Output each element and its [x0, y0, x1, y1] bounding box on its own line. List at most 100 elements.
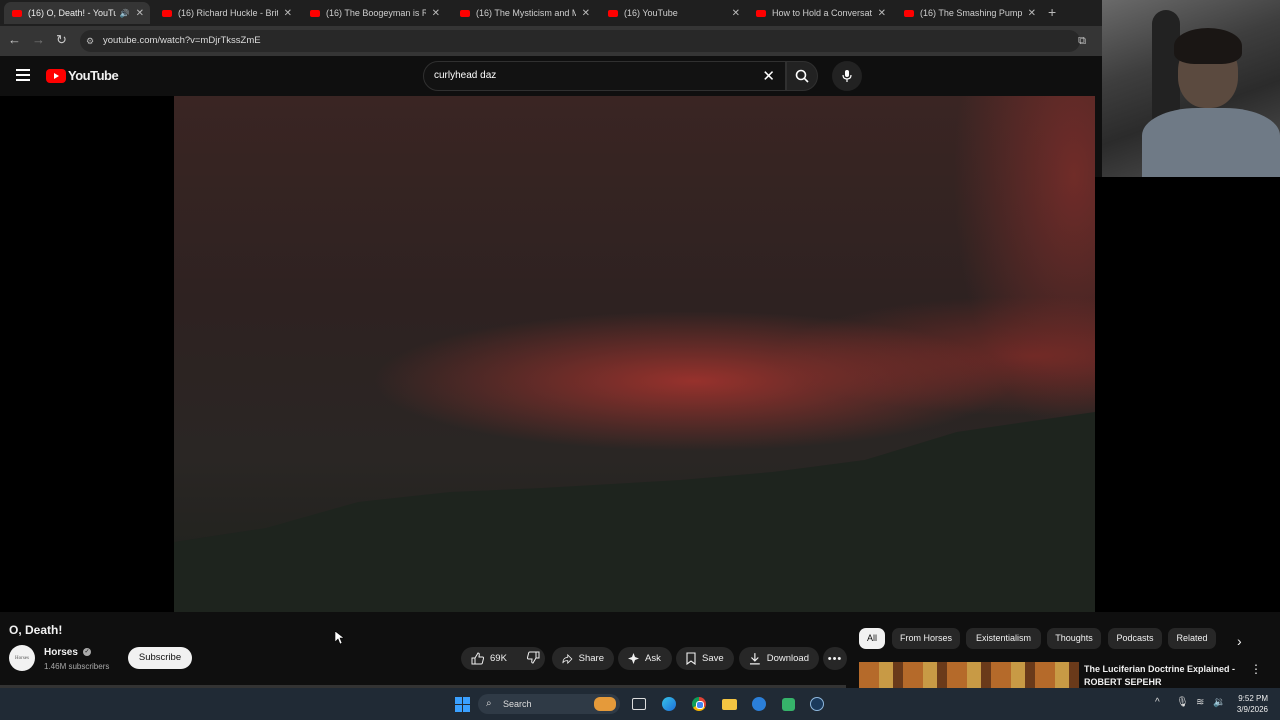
microphone-icon — [842, 70, 852, 82]
search-query: curlyhead daz — [434, 70, 497, 81]
youtube-logo[interactable]: YouTube — [46, 68, 119, 83]
app-icon-blue[interactable] — [750, 695, 768, 713]
player-letterbox-left — [0, 96, 174, 612]
chip-all[interactable]: All — [859, 628, 885, 649]
close-tab-icon[interactable]: ✕ — [1028, 8, 1036, 19]
channel-avatar[interactable]: Horses — [9, 645, 35, 671]
close-tab-icon[interactable]: ✕ — [878, 8, 886, 19]
browser-tab-4[interactable]: (16) The Mysticism and Mag ✕ — [452, 2, 596, 24]
person-hair — [1174, 28, 1242, 64]
search-input[interactable]: curlyhead daz ✕ — [423, 61, 786, 91]
recommended-title[interactable]: The Luciferian Doctrine Explained - ROBE… — [1084, 663, 1244, 689]
youtube-favicon-icon — [904, 9, 914, 17]
clock-date: 3/9/2026 — [1236, 705, 1268, 714]
menu-icon[interactable] — [16, 69, 30, 84]
site-settings-icon[interactable]: ⚙ — [86, 30, 94, 52]
speaker-icon[interactable]: 🔊 — [120, 9, 130, 18]
taskbar-clock[interactable]: 9:52 PM 3/9/2026 — [1232, 693, 1268, 715]
like-dislike-group: 69K — [461, 647, 545, 670]
youtube-favicon-icon — [608, 9, 618, 17]
share-button[interactable]: Share — [552, 647, 614, 670]
cat-widget-icon — [594, 697, 616, 711]
new-tab-icon[interactable]: + — [1048, 4, 1056, 20]
task-view-icon[interactable] — [630, 695, 648, 713]
chip-thoughts[interactable]: Thoughts — [1047, 628, 1101, 649]
download-button[interactable]: Download — [739, 647, 819, 670]
chip-related[interactable]: Related — [1168, 628, 1216, 649]
tab-title: (16) Richard Huckle - Britain — [178, 8, 278, 18]
ask-button[interactable]: Ask — [618, 647, 672, 670]
browser-tab-3[interactable]: (16) The Boogeyman is Real ✕ — [302, 2, 446, 24]
verified-icon: ✓ — [83, 648, 91, 656]
clock-time: 9:52 PM — [1238, 694, 1268, 703]
browser-toolbar: ← → ↻ ⚙ youtube.com/watch?v=mDjrTkssZmE … — [0, 26, 1102, 56]
close-tab-icon[interactable]: ✕ — [732, 8, 740, 19]
save-button[interactable]: Save — [676, 647, 734, 670]
tab-title: How to Hold a Conversation — [772, 8, 872, 18]
taskbar-search[interactable]: ⌕ Search — [478, 694, 620, 714]
share-icon — [562, 653, 573, 664]
steam-icon[interactable] — [808, 695, 826, 713]
search-icon — [795, 69, 809, 83]
back-icon[interactable]: ← — [8, 32, 21, 47]
search-icon: ⌕ — [486, 698, 492, 709]
like-button[interactable]: 69K — [471, 652, 507, 665]
windows-taskbar: ⌕ Search ^ 🎙 ≋ 🔉 9:52 PM 3/9/2026 — [0, 688, 1280, 720]
forward-icon[interactable]: → — [32, 32, 45, 47]
chrome-icon[interactable] — [690, 695, 708, 713]
microphone-tray-icon[interactable]: 🎙 — [1176, 697, 1189, 708]
recommended-thumbnail[interactable] — [859, 662, 1079, 688]
player-letterbox-right — [1095, 177, 1280, 612]
browser-tab-1[interactable]: (16) O, Death! - YouTube 🔊 ✕ — [4, 2, 150, 24]
youtube-favicon-icon — [756, 9, 766, 17]
save-label: Save — [702, 653, 724, 664]
subscriber-count: 1.46M subscribers — [44, 662, 110, 671]
file-explorer-icon[interactable] — [720, 695, 738, 713]
close-tab-icon[interactable]: ✕ — [432, 8, 440, 19]
youtube-favicon-icon — [162, 9, 172, 17]
browser-tab-strip: (16) O, Death! - YouTube 🔊 ✕ (16) Richar… — [0, 0, 1102, 26]
chip-existentialism[interactable]: Existentialism — [966, 628, 1041, 649]
like-count: 69K — [490, 653, 507, 664]
clear-search-icon[interactable]: ✕ — [762, 67, 775, 85]
video-frame-hill — [174, 412, 1095, 612]
share-label: Share — [578, 653, 604, 664]
browser-tab-2[interactable]: (16) Richard Huckle - Britain ✕ — [154, 2, 298, 24]
edge-icon[interactable] — [660, 695, 678, 713]
subscribe-button[interactable]: Subscribe — [128, 647, 192, 669]
close-tab-icon[interactable]: ✕ — [284, 8, 292, 19]
chevron-right-icon[interactable]: › — [1237, 633, 1242, 649]
reload-icon[interactable]: ↻ — [56, 32, 67, 48]
channel-name[interactable]: Horses — [44, 647, 78, 658]
youtube-favicon-icon — [12, 9, 22, 17]
wifi-icon[interactable]: ≋ — [1196, 697, 1204, 708]
close-tab-icon[interactable]: ✕ — [582, 8, 590, 19]
more-actions-button[interactable]: ••• — [823, 647, 847, 670]
dislike-button[interactable] — [526, 651, 540, 667]
youtube-favicon-icon — [310, 9, 320, 17]
install-app-icon[interactable]: ⧉ — [1078, 30, 1086, 52]
person-body — [1142, 108, 1280, 177]
chip-from-horses[interactable]: From Horses — [892, 628, 960, 649]
tray-overflow-icon[interactable]: ^ — [1155, 697, 1160, 708]
sparkle-icon — [628, 653, 639, 664]
mouse-cursor-icon — [335, 631, 344, 645]
volume-icon[interactable]: 🔉 — [1213, 697, 1225, 708]
chip-podcasts[interactable]: Podcasts — [1108, 628, 1162, 649]
video-player[interactable] — [174, 96, 1095, 612]
tab-title: (16) The Mysticism and Mag — [476, 8, 576, 18]
browser-tab-5[interactable]: (16) YouTube ✕ — [600, 2, 746, 24]
browser-tab-7[interactable]: (16) The Smashing Pumpkins ✕ — [896, 2, 1042, 24]
more-vert-icon[interactable]: ⋮ — [1250, 662, 1262, 676]
search-button[interactable] — [786, 61, 818, 91]
voice-search-button[interactable] — [832, 61, 862, 91]
download-label: Download — [766, 653, 809, 664]
app-icon-green[interactable] — [779, 695, 797, 713]
youtube-favicon-icon — [460, 9, 470, 17]
thumbs-up-icon — [471, 652, 484, 665]
youtube-header: YouTube curlyhead daz ✕ — [0, 56, 1102, 96]
browser-tab-6[interactable]: How to Hold a Conversation ✕ — [748, 2, 892, 24]
address-bar[interactable]: ⚙ youtube.com/watch?v=mDjrTkssZmE ⧉ — [80, 30, 1086, 52]
close-tab-icon[interactable]: ✕ — [136, 8, 144, 19]
windows-start-icon[interactable] — [453, 695, 471, 713]
